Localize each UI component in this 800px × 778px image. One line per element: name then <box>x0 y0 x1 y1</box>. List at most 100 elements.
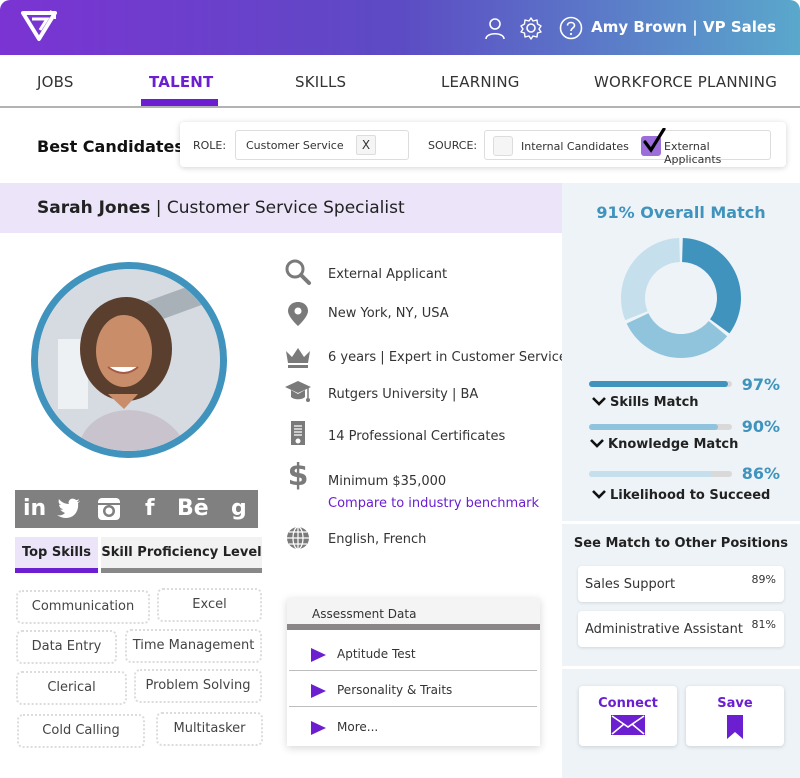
candidate-title: Customer Service Specialist <box>166 198 405 218</box>
skills-match-bar <box>589 381 732 387</box>
best-candidates-title: Best Candidates <box>37 137 184 156</box>
info-experience: 6 years | Expert in Customer Service <box>328 350 567 365</box>
filter-bar: ROLE: Customer Service X SOURCE: Interna… <box>180 122 786 167</box>
assessment-header: Assessment Data <box>287 598 540 630</box>
twitter-icon[interactable] <box>57 498 81 520</box>
skill-chip[interactable]: Multitasker <box>156 712 263 746</box>
knowledge-match-bar <box>589 424 732 430</box>
overall-match-donut <box>621 238 741 358</box>
active-tab-indicator <box>141 99 218 106</box>
candidate-profile-page: Amy Brown | VP Sales JOBS TALENT SKILLS … <box>0 0 800 778</box>
external-applicants-checkbox[interactable] <box>641 128 666 156</box>
chevron-down-icon <box>592 397 606 406</box>
likelihood-pct: 86% <box>741 464 780 483</box>
divider <box>562 521 800 524</box>
facebook-icon[interactable]: f <box>145 496 155 521</box>
skill-chip[interactable]: Communication <box>16 590 150 624</box>
compare-benchmark-link[interactable]: Compare to industry benchmark <box>328 496 539 511</box>
tab-jobs[interactable]: JOBS <box>37 73 74 91</box>
bookmark-icon <box>727 715 743 739</box>
chevron-down-icon <box>592 490 606 499</box>
info-salary: Minimum $35,000 <box>328 474 447 489</box>
internal-candidates-label[interactable]: Internal Candidates <box>521 140 629 153</box>
tab-talent[interactable]: TALENT <box>149 73 213 91</box>
assessment-item-label: More... <box>337 720 379 734</box>
skill-chip[interactable]: Clerical <box>16 671 127 705</box>
tab-skills[interactable]: SKILLS <box>295 73 346 91</box>
skill-chip[interactable]: Cold Calling <box>17 714 145 748</box>
candidate-name-bar: Sarah Jones | Customer Service Specialis… <box>0 183 562 233</box>
location-pin-icon <box>288 302 308 326</box>
divider <box>562 666 800 669</box>
connect-button[interactable]: Connect <box>579 686 677 746</box>
crown-icon <box>286 348 310 368</box>
tab-top-skills-indicator <box>15 568 98 573</box>
dollar-icon: $ <box>287 458 309 493</box>
overall-match-title: 91% Overall Match <box>596 203 766 222</box>
current-user-label[interactable]: Amy Brown | VP Sales <box>591 18 776 36</box>
app-header: Amy Brown | VP Sales <box>0 0 800 55</box>
clear-role-button[interactable]: X <box>356 135 376 155</box>
likelihood-label: Likelihood to Succeed <box>610 488 771 503</box>
play-icon <box>311 721 326 735</box>
other-position-name: Administrative Assistant <box>585 622 743 637</box>
user-icon[interactable] <box>483 16 507 40</box>
tab-top-skills[interactable]: Top Skills <box>15 537 98 573</box>
role-input[interactable]: Customer Service X <box>235 130 409 160</box>
info-location: New York, NY, USA <box>328 306 449 321</box>
info-education: Rutgers University | BA <box>328 387 479 402</box>
assessment-item-aptitude[interactable]: Aptitude Test <box>287 636 540 673</box>
assessment-item-personality[interactable]: Personality & Traits <box>287 672 540 709</box>
tab-workforce-planning[interactable]: WORKFORCE PLANNING <box>594 73 777 91</box>
connect-label: Connect <box>598 696 658 711</box>
likelihood-toggle[interactable]: Likelihood to Succeed <box>592 488 770 503</box>
skills-match-bar-fill <box>589 381 728 387</box>
certificate-icon <box>291 421 305 445</box>
likelihood-bar-fill <box>589 471 712 477</box>
likelihood-bar <box>589 471 732 477</box>
info-languages: English, French <box>328 532 427 547</box>
save-button[interactable]: Save <box>686 686 784 746</box>
skills-match-toggle[interactable]: Skills Match <box>592 395 699 410</box>
skill-chip[interactable]: Time Management <box>125 629 262 663</box>
other-position-card[interactable]: Sales Support 89% <box>578 566 784 602</box>
other-position-card[interactable]: Administrative Assistant 81% <box>578 611 784 647</box>
other-position-name: Sales Support <box>585 577 676 592</box>
assessment-item-more[interactable]: More... <box>287 709 540 746</box>
goodreads-icon[interactable]: g <box>231 496 247 521</box>
play-icon <box>311 684 326 698</box>
external-applicants-label[interactable]: External Applicants <box>664 140 770 166</box>
play-icon <box>311 648 326 662</box>
skill-chip[interactable]: Data Entry <box>16 630 117 664</box>
skills-match-label: Skills Match <box>610 395 699 410</box>
role-value: Customer Service <box>246 139 344 152</box>
globe-icon <box>287 526 309 550</box>
knowledge-match-toggle[interactable]: Knowledge Match <box>590 437 738 452</box>
other-position-pct: 81% <box>751 618 776 631</box>
save-label: Save <box>717 696 753 711</box>
linkedin-icon[interactable]: in <box>23 496 46 521</box>
graduation-cap-icon <box>285 381 311 402</box>
tab-learning[interactable]: LEARNING <box>441 73 520 91</box>
assessment-item-label: Aptitude Test <box>337 647 416 661</box>
social-links-bar: in f Bē g <box>15 490 258 528</box>
info-certificates: 14 Professional Certificates <box>328 429 506 444</box>
knowledge-match-label: Knowledge Match <box>608 437 739 452</box>
internal-candidates-checkbox[interactable] <box>493 136 513 156</box>
skill-chip[interactable]: Problem Solving <box>134 669 262 703</box>
assessment-title: Assessment Data <box>312 607 417 621</box>
logo-icon[interactable] <box>20 9 58 43</box>
divider <box>289 706 537 707</box>
tab-skill-proficiency[interactable]: Skill Proficiency Level <box>101 537 262 573</box>
candidate-photo <box>31 262 227 458</box>
gear-icon[interactable] <box>519 16 543 40</box>
behance-icon[interactable]: Bē <box>177 496 209 521</box>
chevron-down-icon <box>590 439 604 448</box>
match-panel: 91% Overall Match 97% Skills Match 90% K… <box>562 183 800 778</box>
help-icon[interactable] <box>559 16 583 40</box>
assessment-panel: Assessment Data Aptitude Test Personalit… <box>287 598 540 746</box>
skill-chip[interactable]: Excel <box>157 588 262 622</box>
candidate-heading: Sarah Jones | Customer Service Specialis… <box>37 198 405 218</box>
instagram-icon[interactable] <box>97 497 121 521</box>
source-options: Internal Candidates External Applicants <box>484 128 771 166</box>
